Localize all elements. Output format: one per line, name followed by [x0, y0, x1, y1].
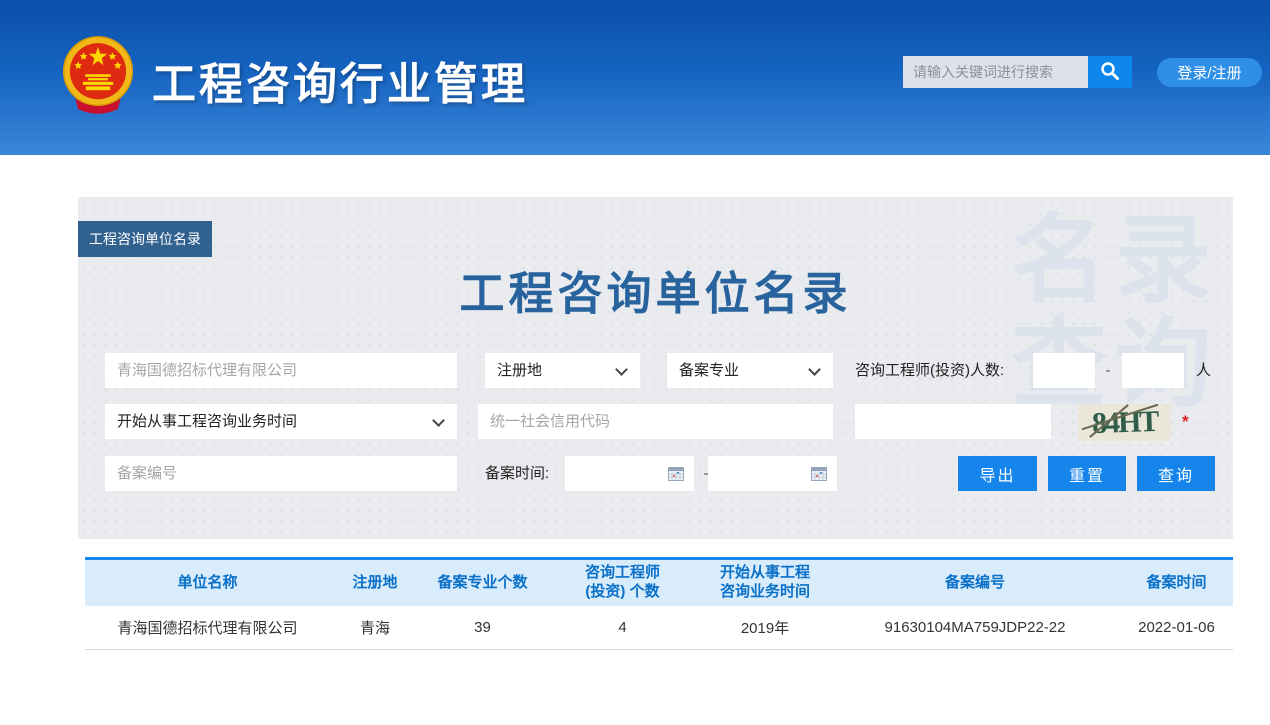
engineer-count-min-input[interactable]	[1033, 353, 1095, 388]
calendar-icon	[811, 466, 827, 481]
cell-record-time: 2022-01-06	[1120, 619, 1233, 636]
select-value: 开始从事工程咨询业务时间	[117, 413, 297, 430]
results-table: 单位名称 注册地 备案专业个数 咨询工程师 (投资) 个数 开始从事工程 咨询业…	[85, 557, 1233, 650]
registration-place-select[interactable]: 注册地	[485, 353, 640, 388]
search-input[interactable]	[903, 56, 1088, 88]
credit-code-input[interactable]	[478, 404, 833, 439]
national-emblem-logo	[60, 34, 136, 116]
query-button[interactable]: 查询	[1137, 456, 1215, 491]
cell-engineer-count: 4	[545, 619, 700, 636]
reset-button[interactable]: 重置	[1048, 456, 1126, 491]
column-header: 备案编号	[830, 574, 1120, 593]
directory-search-panel: 名录 查询 工程咨询单位名录 工程咨询单位名录 注册地 备案专业 咨询工程师(投…	[78, 197, 1233, 539]
record-time-start-datepicker[interactable]	[565, 456, 694, 491]
site-title: 工程咨询行业管理	[152, 48, 528, 112]
calendar-icon	[668, 466, 684, 481]
engineer-count-max-input[interactable]	[1122, 353, 1184, 388]
header-search	[903, 56, 1088, 88]
engineer-count-label: 咨询工程师(投资)人数:	[855, 353, 1004, 388]
captcha-input[interactable]	[855, 404, 1051, 439]
company-name-input[interactable]	[105, 353, 457, 388]
table-row[interactable]: 青海国德招标代理有限公司 青海 39 4 2019年 91630104MA759…	[85, 606, 1233, 650]
chevron-down-icon	[808, 363, 821, 376]
search-button[interactable]	[1088, 56, 1132, 88]
chevron-down-icon	[432, 414, 445, 427]
record-specialty-select[interactable]: 备案专业	[667, 353, 833, 388]
select-value: 备案专业	[679, 362, 739, 379]
captcha-image[interactable]: 84HT	[1078, 404, 1171, 441]
search-icon	[1099, 60, 1121, 85]
cell-reg-place: 青海	[330, 617, 420, 638]
table-header-row: 单位名称 注册地 备案专业个数 咨询工程师 (投资) 个数 开始从事工程 咨询业…	[85, 560, 1233, 606]
cell-start-time: 2019年	[700, 617, 830, 638]
site-header: 工程咨询行业管理 登录/注册	[0, 0, 1270, 155]
record-time-end-datepicker[interactable]	[708, 456, 837, 491]
record-number-input[interactable]	[105, 456, 457, 491]
engineer-unit-label: 人	[1196, 353, 1211, 388]
chevron-down-icon	[615, 363, 628, 376]
column-header: 备案专业个数	[420, 574, 545, 593]
range-dash: -	[1100, 353, 1116, 388]
column-header: 咨询工程师 (投资) 个数	[545, 564, 700, 602]
required-asterisk: *	[1182, 404, 1189, 439]
column-header: 单位名称	[85, 574, 330, 593]
login-register-button[interactable]: 登录/注册	[1157, 58, 1262, 87]
cell-unit-name: 青海国德招标代理有限公司	[85, 617, 330, 638]
select-value: 注册地	[497, 362, 542, 379]
export-button[interactable]: 导出	[958, 456, 1037, 491]
column-header: 注册地	[330, 574, 420, 593]
column-header: 备案时间	[1120, 574, 1233, 593]
cell-specialty-count: 39	[420, 619, 545, 636]
page-title: 工程咨询单位名录	[78, 257, 1233, 322]
cell-record-number: 91630104MA759JDP22-22	[830, 619, 1120, 636]
record-time-label: 备案时间:	[485, 456, 549, 491]
column-header: 开始从事工程 咨询业务时间	[700, 564, 830, 602]
tab-unit-directory[interactable]: 工程咨询单位名录	[78, 221, 212, 257]
start-business-time-select[interactable]: 开始从事工程咨询业务时间	[105, 404, 457, 439]
